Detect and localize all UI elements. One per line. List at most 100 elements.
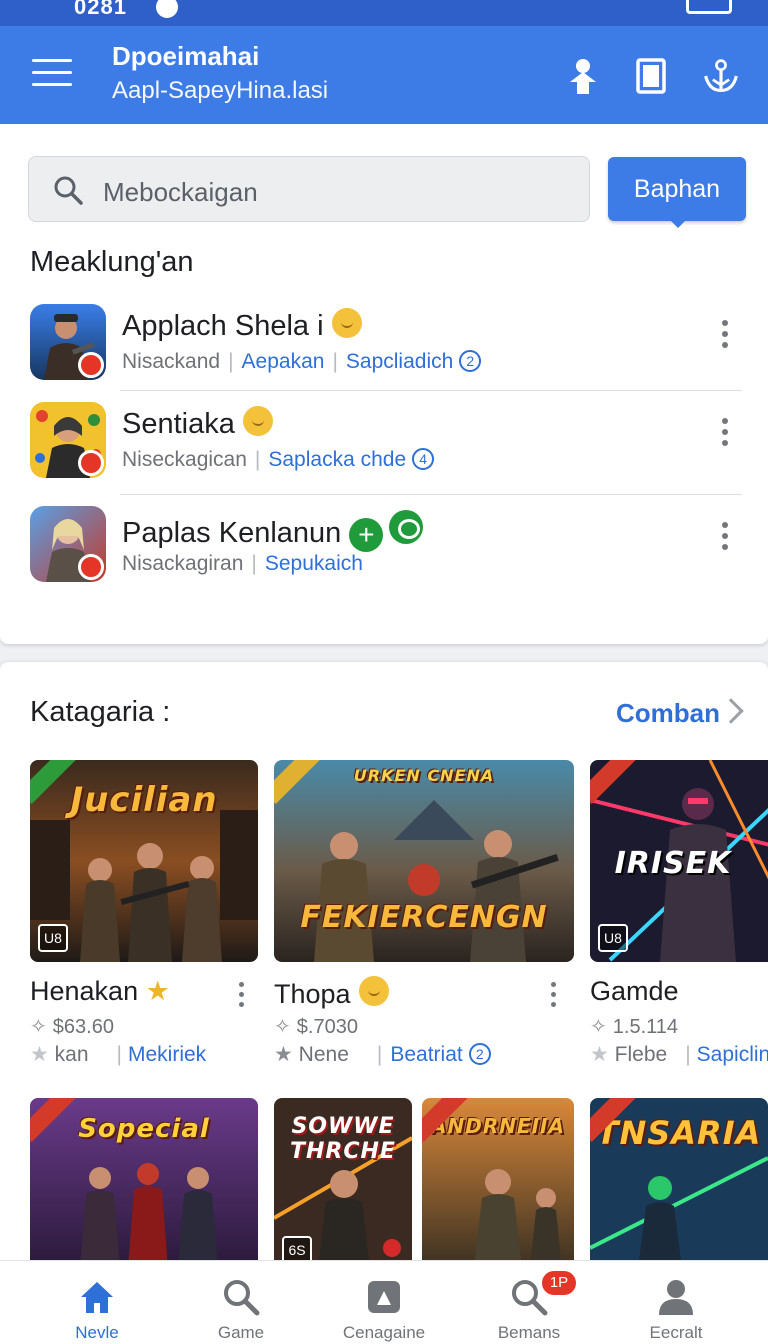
nav-item-store[interactable]: Cenagaine (319, 1261, 449, 1344)
game-price: ✧ 1.5.114 (590, 1014, 678, 1039)
nav-item-profile[interactable]: Eecralt (611, 1261, 741, 1344)
count-badge: 2 (468, 1043, 491, 1065)
item-title-text: Sentiaka (122, 408, 235, 440)
game-thumbnail[interactable]: SOWWE THRCHE 6S (274, 1098, 412, 1262)
nav-label: Cenagaine (342, 1323, 426, 1342)
app-icon (30, 402, 106, 478)
game-meta: ★ Nene | Beatriat 2 (274, 1042, 491, 1067)
game-card[interactable]: IRISEK U8 Gamde ✧ 1.5.114 ★ Flebe | Sapicli… (590, 760, 768, 1070)
search-input[interactable]: Mebockaigan (28, 156, 590, 222)
nav-item-home[interactable]: Nevle (32, 1261, 162, 1344)
divider (120, 494, 742, 495)
list-item[interactable]: Paplas Kenlanun + Nisackagiran | Sepukaich (0, 506, 768, 610)
person-icon[interactable] (564, 56, 602, 96)
nav-item-game[interactable]: Game (176, 1261, 306, 1344)
home-icon (81, 1282, 113, 1313)
game-price: ✧ $.7030 (274, 1014, 358, 1039)
nav-item-bemans[interactable]: 1P Bemans (464, 1261, 594, 1344)
count-badge: 4 (412, 448, 435, 470)
list-item[interactable]: Sentiaka Niseckagican | Saplacka chde 4 (0, 402, 768, 506)
game-thumbnail[interactable]: Jucilian U8 (30, 760, 258, 962)
item-meta-primary: Nisackand (122, 350, 221, 373)
more-options-icon[interactable] (234, 982, 248, 1012)
bottom-navigation: Nevle Game Cenagaine 1P Bemans Eecralt (0, 1260, 768, 1344)
age-rating-badge: U8 (38, 924, 68, 952)
thumbnail-subtitle: URKEN CNENA (353, 766, 495, 785)
search-placeholder: Mebockaigan (103, 177, 258, 207)
rating-text: kan (54, 1043, 89, 1066)
thumbnail-title: IRISEK (614, 846, 732, 881)
app-badge (78, 450, 104, 476)
tablet-icon[interactable] (632, 56, 670, 96)
game-thumbnail[interactable]: TNSARIA (590, 1098, 768, 1262)
app-badge (78, 352, 104, 378)
see-all-link[interactable]: Comban (616, 698, 720, 729)
item-title: Paplas Kenlanun + (122, 510, 424, 552)
emoji-icon (242, 406, 273, 436)
game-thumbnail[interactable]: Sopecial (30, 1098, 258, 1262)
game-thumbnail[interactable]: IRISEK U8 (590, 760, 768, 962)
rating-text: Flebe (614, 1043, 668, 1066)
diamond-icon: ✧ (274, 1016, 291, 1038)
notification-badge: 1P (542, 1271, 576, 1295)
game-thumbnail[interactable]: ANDRNEIIA (422, 1098, 574, 1262)
search-button[interactable]: Baphan (608, 157, 746, 228)
game-tag-link[interactable]: Mekiriek (128, 1043, 206, 1066)
notification-icon (156, 0, 178, 18)
price-text: 1.5.114 (612, 1016, 679, 1038)
item-link[interactable]: Saplacka chde (268, 448, 406, 471)
count-badge: 2 (459, 350, 482, 372)
app-bar: Dpoeimahai Aapl-SapeyHina.lasi (0, 26, 768, 124)
game-title: Gamde (590, 976, 679, 1006)
emoji-icon (358, 976, 389, 1006)
item-link[interactable]: Sapcliadich (346, 350, 453, 373)
diamond-icon: ✧ (30, 1016, 47, 1038)
app-icon (30, 506, 106, 582)
app-icon (30, 304, 106, 380)
star-icon: ★ (30, 1043, 49, 1066)
add-icon[interactable]: + (349, 518, 384, 552)
nav-label: Eecralt (649, 1323, 703, 1342)
anchor-icon[interactable] (702, 56, 740, 96)
menu-icon[interactable] (32, 59, 72, 91)
thumbnail-title: Jucilian (70, 780, 218, 820)
star-icon: ★ (590, 1043, 609, 1066)
status-time: 0281 (74, 0, 127, 19)
more-options-icon[interactable] (718, 418, 732, 452)
rating-text: Nene (298, 1043, 349, 1066)
game-tag-link[interactable]: Beatriat (390, 1043, 462, 1066)
app-title: Dpoeimahai (112, 41, 260, 71)
item-title: Sentiaka (122, 406, 273, 441)
more-options-icon[interactable] (718, 522, 732, 556)
game-thumbnail[interactable]: URKEN CNENA FEKIERCENGN (274, 760, 574, 962)
item-title: Applach Shela i (122, 308, 362, 343)
game-title-text: Henakan (30, 976, 139, 1006)
diamond-icon: ✧ (590, 1016, 607, 1038)
game-meta: ★ Flebe | Sapiclin (590, 1042, 768, 1067)
search-icon (224, 1280, 260, 1316)
age-rating-badge: 6S (282, 1236, 312, 1262)
game-price: ✧ $63.60 (30, 1014, 114, 1039)
recent-heading: Meaklung'an (30, 246, 194, 278)
store-icon (368, 1281, 400, 1313)
item-link[interactable]: Sepukaich (265, 552, 363, 575)
item-meta-primary: Nisackagiran (122, 552, 244, 575)
search-icon (54, 176, 83, 205)
more-options-icon[interactable] (718, 320, 732, 354)
chat-icon[interactable] (389, 510, 424, 544)
game-tag-link[interactable]: Sapiclin (697, 1043, 768, 1066)
item-link[interactable]: Aepakan (242, 350, 325, 373)
game-title: Henakan ★ (30, 976, 170, 1007)
game-card[interactable]: URKEN CNENA FEKIERCENGN Thopa ✧ $.7030 ★ … (274, 760, 574, 1070)
game-card[interactable]: Jucilian U8 Henakan ★ ✧ $63.60 ★ kan | Meki… (30, 760, 258, 1070)
nav-label: Bemans (497, 1323, 561, 1342)
star-icon: ★ (274, 1043, 293, 1066)
categories-heading: Katagaria : (30, 696, 171, 728)
chevron-right-icon[interactable] (718, 698, 744, 724)
list-item[interactable]: Applach Shela i Nisackand | Aepakan | Sapcli… (0, 304, 768, 408)
price-text: $63.60 (52, 1016, 114, 1038)
recent-card: Mebockaigan Baphan Meaklung'an Applach S… (0, 124, 768, 644)
price-text: $.7030 (296, 1016, 358, 1038)
more-options-icon[interactable] (546, 982, 560, 1012)
item-meta: Niseckagican | Saplacka chde 4 (122, 448, 435, 472)
